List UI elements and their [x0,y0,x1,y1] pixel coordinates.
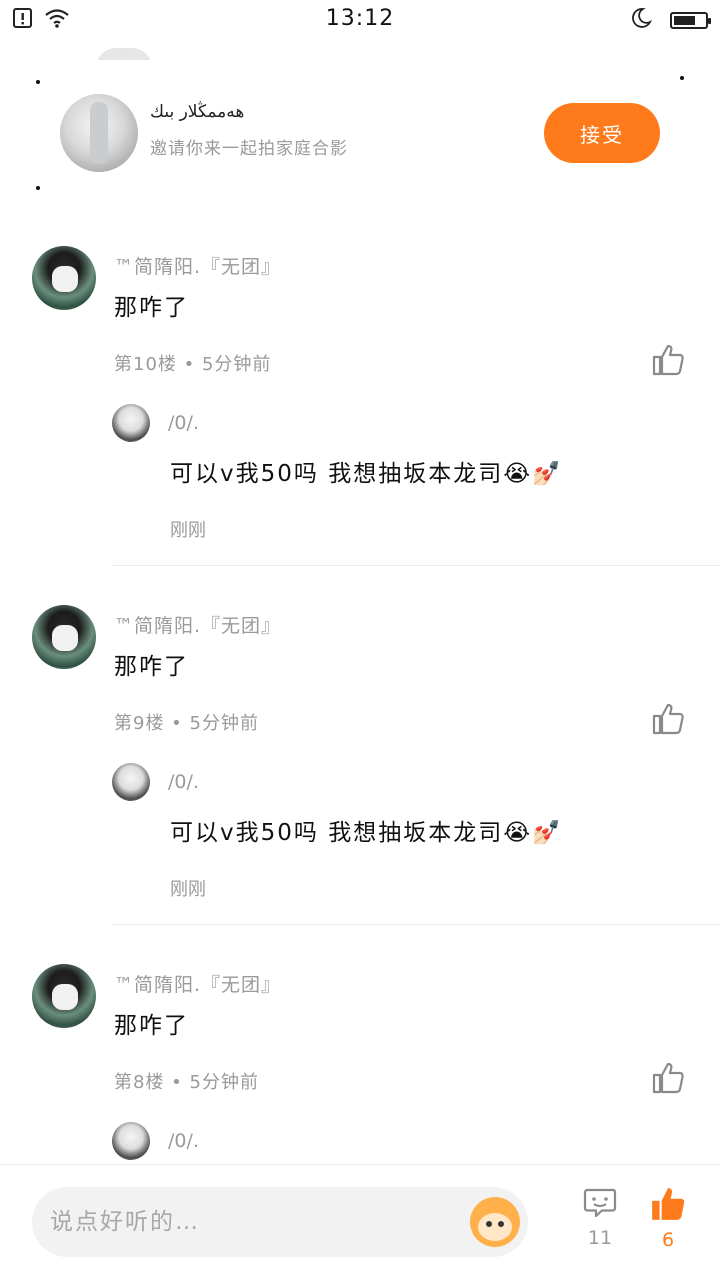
comment-input[interactable] [50,1209,430,1235]
comment-meta: 第9楼 • 5分钟前 [114,713,259,734]
comment-count: 11 [587,1227,613,1249]
commenter-avatar[interactable] [32,605,96,669]
thumbs-up-icon[interactable] [649,1188,687,1227]
comment-author[interactable]: ™简隋阳.『无团』 [114,611,281,638]
reply-author[interactable]: /0/. [168,412,199,434]
reply-avatar[interactable] [112,404,150,442]
notification-icon [12,7,34,33]
bottom-bar: 11 6 [0,1164,720,1280]
thumbs-up-icon[interactable] [650,342,686,378]
comment-item: ™简隋阳.『无团』 那咋了 第10楼 • 5分钟前 /0/. 可以v我50吗 我… [0,230,720,589]
reply-avatar[interactable] [112,763,150,801]
wifi-icon [44,7,70,33]
comment-action[interactable]: 11 [570,1185,630,1249]
banner-corner-dot [36,186,40,190]
banner-corner-dot [36,80,40,84]
battery-fill [674,15,695,25]
battery-icon [670,11,711,29]
banner-corner-dot [680,76,684,80]
accept-button[interactable]: 接受 [544,103,660,163]
comment-meta: 第8楼 • 5分钟前 [114,1072,259,1093]
mascot-icon[interactable] [470,1197,520,1247]
comment-text[interactable]: 那咋了 [114,647,189,681]
comment-list: ™简隋阳.『无团』 那咋了 第10楼 • 5分钟前 /0/. 可以v我50吗 我… [0,230,720,1280]
reply-time: 刚刚 [170,879,206,900]
comment-icon[interactable] [582,1188,618,1225]
comment-meta: 第10楼 • 5分钟前 [114,354,272,375]
invite-banner[interactable]: ھەممڭلار بىك 邀请你来一起拍家庭合影 接受 [36,60,686,200]
thumbs-up-icon[interactable] [650,701,686,737]
invite-description: 邀请你来一起拍家庭合影 [150,139,348,159]
status-time: 13:12 [325,6,395,31]
status-right [630,7,711,33]
comment-input-box[interactable] [32,1187,528,1257]
reply-author[interactable]: /0/. [168,1130,199,1152]
divider [112,565,720,566]
commenter-avatar[interactable] [32,964,96,1028]
reply-text[interactable]: 可以v我50吗 我想抽坂本龙司😭💅🏻 [170,454,563,488]
like-action[interactable]: 6 [638,1185,698,1251]
commenter-avatar[interactable] [32,246,96,310]
like-count: 6 [661,1229,675,1251]
status-bar: 13:12 [0,0,720,40]
moon-icon [630,7,653,33]
reply-time: 刚刚 [170,520,206,541]
inviter-avatar[interactable] [60,94,138,172]
status-left [12,7,70,33]
reply-author[interactable]: /0/. [168,771,199,793]
comment-text[interactable]: 那咋了 [114,1006,189,1040]
thumbs-up-icon[interactable] [650,1060,686,1096]
comment-item: ™简隋阳.『无团』 那咋了 第9楼 • 5分钟前 /0/. 可以v我50吗 我想… [0,589,720,948]
divider [112,924,720,925]
reply-text[interactable]: 可以v我50吗 我想抽坂本龙司😭💅🏻 [170,813,563,847]
comment-author[interactable]: ™简隋阳.『无团』 [114,252,281,279]
inviter-name: ھەممڭلار بىك [150,102,245,122]
comment-text[interactable]: 那咋了 [114,288,189,322]
comment-author[interactable]: ™简隋阳.『无团』 [114,970,281,997]
reply-avatar[interactable] [112,1122,150,1160]
